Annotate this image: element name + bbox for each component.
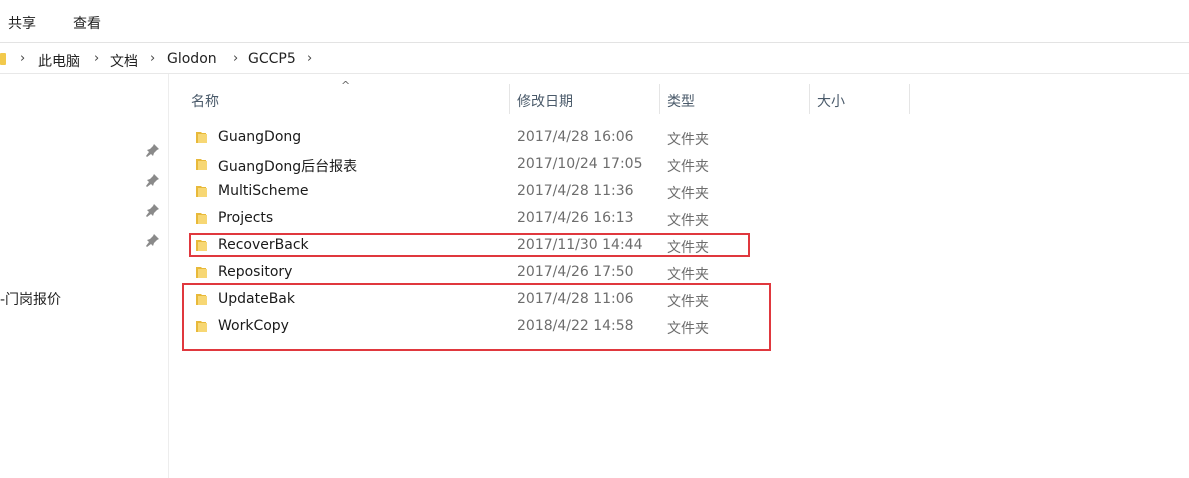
file-type: 文件夹	[667, 213, 709, 229]
breadcrumb-documents[interactable]: 文档	[110, 51, 138, 71]
column-header-name[interactable]: 名称	[191, 91, 219, 111]
sort-ascending-icon: ^	[341, 79, 351, 92]
column-header-modified[interactable]: 修改日期	[517, 91, 573, 111]
file-row[interactable]: GuangDong后台报表 2017/10/24 17:05 文件夹	[188, 152, 748, 178]
file-modified: 2017/10/24 17:05	[517, 156, 643, 172]
file-name: GuangDong后台报表	[218, 159, 358, 175]
chevron-right-icon[interactable]: ›	[307, 51, 312, 66]
file-type: 文件夹	[667, 159, 709, 175]
column-header-size[interactable]: 大小	[817, 91, 845, 111]
file-modified: 2017/4/28 11:36	[517, 183, 634, 199]
file-name: Repository	[218, 264, 293, 280]
ribbon: 共享 查看	[0, 0, 1189, 43]
chevron-right-icon[interactable]: ›	[150, 51, 155, 66]
navigation-pane: -门岗报价	[0, 74, 169, 478]
breadcrumb-glodon[interactable]: Glodon	[167, 51, 217, 67]
chevron-right-icon[interactable]: ›	[94, 51, 99, 66]
file-type: 文件夹	[667, 267, 709, 283]
pin-icon[interactable]	[146, 233, 160, 247]
file-name: MultiScheme	[218, 183, 309, 199]
folder-icon	[196, 213, 207, 224]
file-row[interactable]: Projects 2017/4/26 16:13 文件夹	[188, 206, 748, 232]
breadcrumb-this-pc[interactable]: 此电脑	[38, 51, 80, 71]
folder-icon	[196, 267, 207, 278]
file-row[interactable]: MultiScheme 2017/4/28 11:36 文件夹	[188, 179, 748, 205]
file-name: GuangDong	[218, 129, 302, 145]
folder-icon	[196, 132, 207, 143]
file-modified: 2017/4/26 16:13	[517, 210, 634, 226]
file-modified: 2017/4/28 16:06	[517, 129, 634, 145]
chevron-right-icon[interactable]: ›	[20, 51, 25, 66]
column-divider[interactable]	[909, 84, 910, 114]
breadcrumb-gccp5[interactable]: GCCP5	[248, 51, 296, 67]
file-name: Projects	[218, 210, 274, 226]
column-header-type[interactable]: 类型	[667, 91, 695, 111]
highlight-box	[182, 283, 771, 351]
pin-icon[interactable]	[146, 143, 160, 157]
file-row[interactable]: GuangDong 2017/4/28 16:06 文件夹	[188, 125, 748, 151]
file-type: 文件夹	[667, 186, 709, 202]
file-type: 文件夹	[667, 132, 709, 148]
tab-share[interactable]: 共享	[8, 13, 36, 33]
column-divider[interactable]	[659, 84, 660, 114]
file-modified: 2017/4/26 17:50	[517, 264, 634, 280]
nav-item-label[interactable]: -门岗报价	[0, 289, 61, 309]
folder-icon	[196, 159, 207, 170]
highlight-box	[189, 233, 750, 257]
column-divider[interactable]	[809, 84, 810, 114]
column-divider[interactable]	[509, 84, 510, 114]
tab-view[interactable]: 查看	[73, 13, 101, 33]
chevron-right-icon[interactable]: ›	[233, 51, 238, 66]
folder-icon	[196, 186, 207, 197]
pin-icon[interactable]	[146, 173, 160, 187]
address-bar[interactable]: › 此电脑 › 文档 › Glodon › GCCP5 ›	[0, 45, 1189, 74]
folder-icon	[0, 53, 6, 65]
pin-icon[interactable]	[146, 203, 160, 217]
